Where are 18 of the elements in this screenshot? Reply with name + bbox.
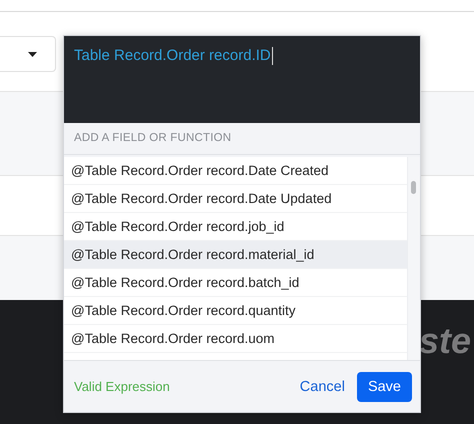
expression-input[interactable]: Table Record.Order record.ID bbox=[64, 36, 420, 123]
text-cursor bbox=[272, 47, 273, 65]
section-label: ADD A FIELD OR FUNCTION bbox=[64, 123, 420, 155]
suggestion-item[interactable]: @Table Record.Order record.uom bbox=[64, 325, 407, 353]
save-button[interactable]: Save bbox=[356, 372, 412, 402]
banner-text: ste bbox=[418, 320, 471, 362]
suggestion-item[interactable]: @Table Record.Order record.Date Created bbox=[64, 157, 407, 185]
validation-status: Valid Expression bbox=[74, 379, 170, 394]
scrollbar-thumb[interactable] bbox=[411, 181, 416, 194]
scrollbar[interactable] bbox=[407, 157, 420, 360]
suggestion-item[interactable]: @Table Record.Order record.quantity bbox=[64, 297, 407, 325]
suggestion-item[interactable]: @Table Record.Order record.batch_id bbox=[64, 269, 407, 297]
suggestion-item[interactable]: @Table Record.Order record.Date Updated bbox=[64, 185, 407, 213]
dropdown[interactable] bbox=[0, 36, 56, 72]
suggestion-item[interactable]: @Table Record.Order record.material_id bbox=[64, 241, 407, 269]
caret-icon bbox=[28, 52, 37, 56]
expression-text: Table Record.Order record.ID bbox=[74, 47, 271, 65]
cancel-button[interactable]: Cancel bbox=[298, 374, 347, 398]
